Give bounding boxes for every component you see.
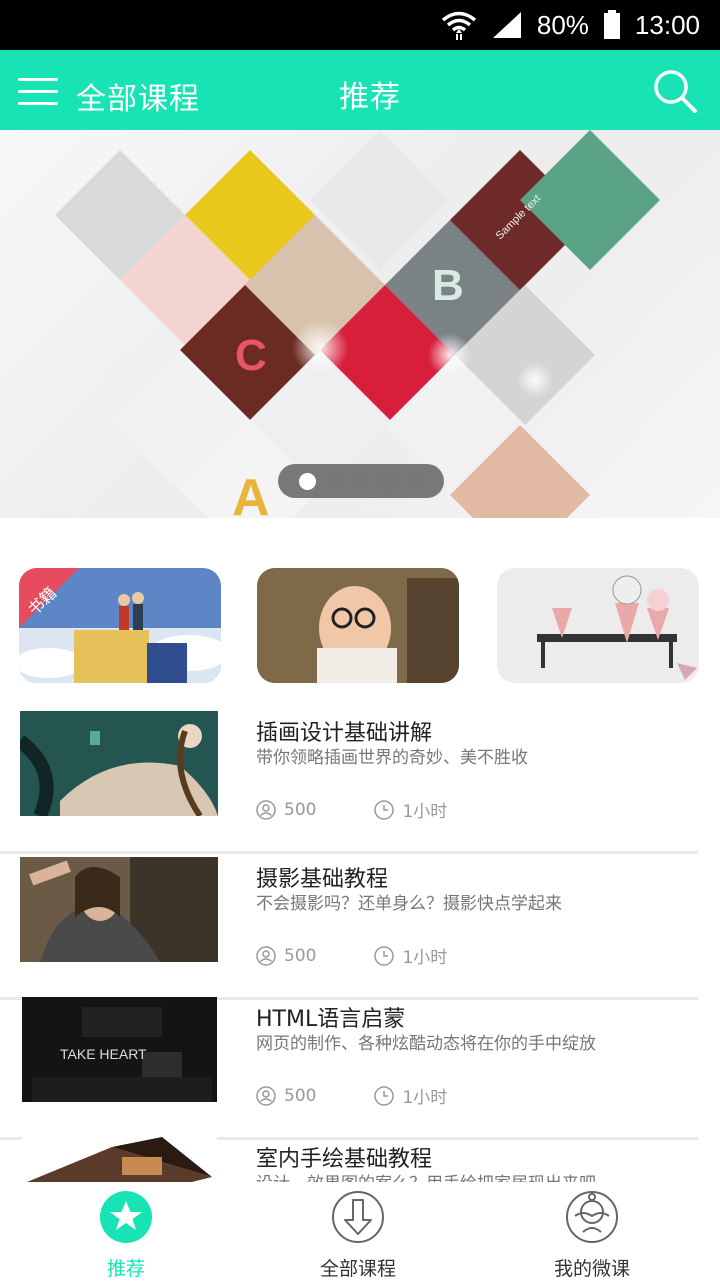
student-count: 500: [284, 1085, 317, 1106]
course-duration: 1小时: [402, 1088, 448, 1108]
category-card-icecream[interactable]: [497, 568, 699, 683]
star-icon: [100, 1191, 152, 1243]
carousel-dot[interactable]: [325, 472, 343, 490]
banner-letter-a: A: [232, 469, 270, 518]
carousel-dot[interactable]: [352, 472, 370, 490]
course-item[interactable]: 摄影基础教程 不会摄影吗？还单身么？摄影快点学起来 500 1小时: [0, 857, 698, 1000]
nav-tab-all-courses[interactable]: 全部课程: [278, 1190, 438, 1281]
nav-label: 我的微课: [553, 1258, 630, 1280]
course-description: 不会摄影吗？还单身么？摄影快点学起来: [256, 894, 562, 914]
carousel-dot[interactable]: [406, 472, 424, 490]
clock-icon: [374, 799, 395, 820]
course-duration: 1小时: [402, 948, 448, 968]
battery-icon: [603, 10, 620, 39]
thumbnail-text: TAKE HEART: [60, 1046, 147, 1062]
user-icon: [256, 799, 276, 820]
clock-icon: [374, 1085, 395, 1106]
course-description: 设计，效果图的案么？用手绘把家居现出来吧: [256, 1169, 596, 1182]
category-card-baby[interactable]: [257, 568, 459, 683]
clock-icon: [374, 945, 395, 966]
course-thumbnail: [20, 857, 218, 962]
nav-tab-recommend[interactable]: 推荐: [46, 1190, 206, 1281]
wifi-icon: [441, 11, 476, 40]
app-bar: 全部课程 推荐: [0, 50, 720, 130]
course-item[interactable]: 插画设计基础讲解 带你领略插画世界的奇妙、美不胜收 500 1小时: [0, 711, 698, 854]
baby-image: [257, 568, 459, 683]
clock: 13:00: [634, 9, 700, 40]
profile-icon: [566, 1191, 618, 1243]
status-bar: 80% 13:00: [0, 0, 720, 50]
nav-tab-my-courses[interactable]: 我的微课: [512, 1190, 672, 1281]
course-duration: 1小时: [402, 802, 448, 822]
course-description: 带你领略插画世界的奇妙、美不胜收: [256, 748, 528, 768]
banner-letter-b: B: [432, 261, 464, 310]
nav-label: 推荐: [106, 1258, 145, 1280]
course-thumbnail: [20, 711, 218, 816]
course-item[interactable]: TAKE HEART HTML语言启蒙 网页的制作、各种炫酷动态将在你的手中绽放…: [0, 997, 698, 1140]
course-meta: 500 1小时: [256, 1083, 505, 1108]
icecream-image: [497, 568, 699, 683]
course-thumbnail: TAKE HEART: [22, 997, 217, 1102]
signal-icon: [492, 12, 521, 38]
search-icon[interactable]: [652, 68, 698, 114]
course-item[interactable]: 室内手绘基础教程 设计，效果图的案么？用手绘把家居现出来吧: [0, 1137, 698, 1182]
battery-percent: 80%: [536, 9, 589, 40]
page-title: 推荐: [339, 80, 401, 115]
course-thumbnail: [22, 1137, 217, 1182]
user-icon: [256, 1085, 276, 1106]
student-count: 500: [284, 799, 317, 820]
banner-letter-c: C: [235, 331, 267, 380]
nav-label: 全部课程: [319, 1258, 396, 1280]
student-count: 500: [284, 945, 317, 966]
carousel-dot[interactable]: [298, 472, 316, 490]
download-icon: [332, 1191, 384, 1243]
course-meta: 500 1小时: [256, 943, 505, 968]
carousel-indicator[interactable]: [278, 464, 444, 498]
books-image: 书籍: [19, 568, 221, 683]
banner-carousel[interactable]: C B A Sample text: [0, 130, 720, 518]
course-meta: 500 1小时: [256, 797, 505, 822]
banner-image: C B A Sample text: [55, 130, 660, 518]
course-description: 网页的制作、各种炫酷动态将在你的手中绽放: [256, 1034, 596, 1054]
user-icon: [256, 945, 276, 966]
bottom-navigation: 推荐 全部课程 我的微课: [0, 1182, 720, 1280]
category-card-books[interactable]: 书籍: [19, 568, 221, 683]
carousel-dot[interactable]: [379, 472, 397, 490]
category-row: 书籍: [0, 568, 720, 683]
